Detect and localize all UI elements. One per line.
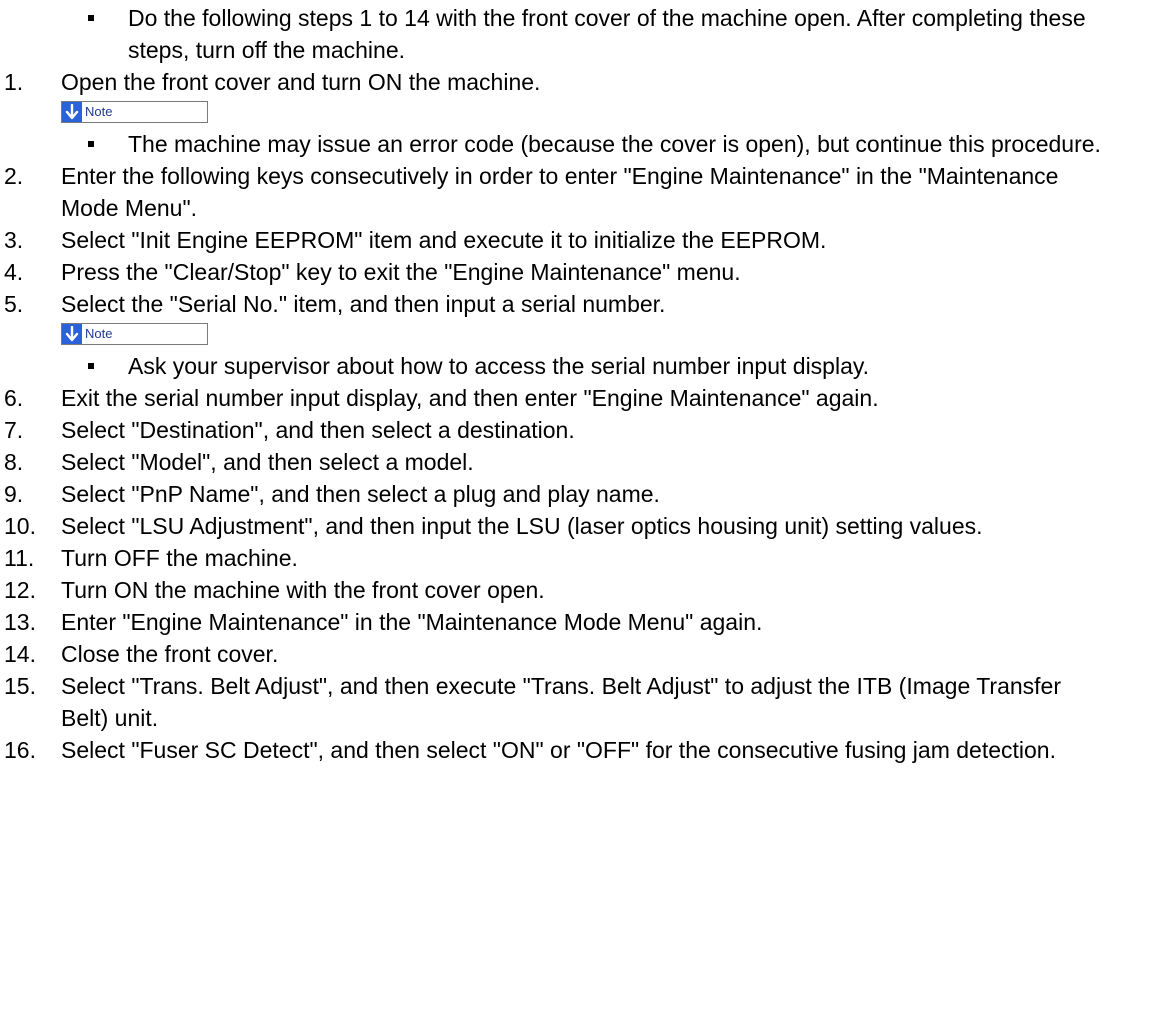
intro-bullet-text: Do the following steps 1 to 14 with the … [128,5,1086,63]
step-4: 4. Press the "Clear/Stop" key to exit th… [0,256,1151,288]
step-text: Enter "Engine Maintenance" in the "Maint… [61,609,763,635]
step-text: Select "Init Engine EEPROM" item and exe… [61,227,827,253]
step-5: 5. Select the "Serial No." item, and the… [0,288,1151,320]
step-number: 16. [4,737,36,763]
step-number: 4. [4,259,24,285]
step-text: Select "Model", and then select a model. [61,449,474,475]
step-text: Select the "Serial No." item, and then i… [61,291,666,317]
note-box: Note [61,323,208,345]
step-text: Open the front cover and turn ON the mac… [61,69,541,95]
step-text: Select "Destination", and then select a … [61,417,575,443]
bullet-marker [66,128,116,160]
step-number: 7. [4,417,24,443]
step-12: 12. Turn ON the machine with the front c… [0,574,1151,606]
step-text: Enter the following keys consecutively i… [61,163,1059,221]
step-number: 8. [4,449,24,475]
note-text: The machine may issue an error code (bec… [128,131,1101,157]
step-14: 14. Close the front cover. [0,638,1151,670]
step-text: Turn ON the machine with the front cover… [61,577,545,603]
step-9: 9. Select "PnP Name", and then select a … [0,478,1151,510]
step-number: 1. [4,69,24,95]
bullet-marker [66,2,116,34]
step-number: 12. [4,577,36,603]
step-text: Select "LSU Adjustment", and then input … [61,513,983,539]
step-number: 11. [4,545,35,571]
step-text: Press the "Clear/Stop" key to exit the "… [61,259,741,285]
step-number: 9. [4,481,24,507]
intro-bullet: Do the following steps 1 to 14 with the … [0,2,1151,66]
step-number: 15. [4,673,36,699]
note-label: Note [85,326,113,341]
step-number: 10. [4,513,36,539]
note-bullet: The machine may issue an error code (bec… [0,128,1151,160]
step-11: 11. Turn OFF the machine. [0,542,1151,574]
step-number: 2. [4,163,24,189]
step-1: 1. Open the front cover and turn ON the … [0,66,1151,98]
step-text: Exit the serial number input display, an… [61,385,879,411]
note-label: Note [85,104,113,119]
step-3: 3. Select "Init Engine EEPROM" item and … [0,224,1151,256]
bullet-marker [66,350,116,382]
step-7: 7. Select "Destination", and then select… [0,414,1151,446]
step-2: 2. Enter the following keys consecutivel… [0,160,1151,224]
step-number: 14. [4,641,36,667]
step-number: 13. [4,609,36,635]
step-number: 5. [4,291,24,317]
step-8: 8. Select "Model", and then select a mod… [0,446,1151,478]
step-number: 3. [4,227,24,253]
step-text: Select "PnP Name", and then select a plu… [61,481,660,507]
step-text: Close the front cover. [61,641,279,667]
note-box: Note [61,101,208,123]
step-16: 16. Select "Fuser SC Detect", and then s… [0,734,1151,766]
step-text: Select "Trans. Belt Adjust", and then ex… [61,673,1062,731]
document-body: Do the following steps 1 to 14 with the … [0,2,1151,766]
step-number: 6. [4,385,24,411]
down-arrow-icon [62,324,82,344]
step-15: 15. Select "Trans. Belt Adjust", and the… [0,670,1151,734]
step-text: Select "Fuser SC Detect", and then selec… [61,737,1056,763]
step-10: 10. Select "LSU Adjustment", and then in… [0,510,1151,542]
note-text: Ask your supervisor about how to access … [128,353,870,379]
step-text: Turn OFF the machine. [61,545,298,571]
step-6: 6. Exit the serial number input display,… [0,382,1151,414]
note-bullet: Ask your supervisor about how to access … [0,350,1151,382]
down-arrow-icon [62,102,82,122]
step-13: 13. Enter "Engine Maintenance" in the "M… [0,606,1151,638]
